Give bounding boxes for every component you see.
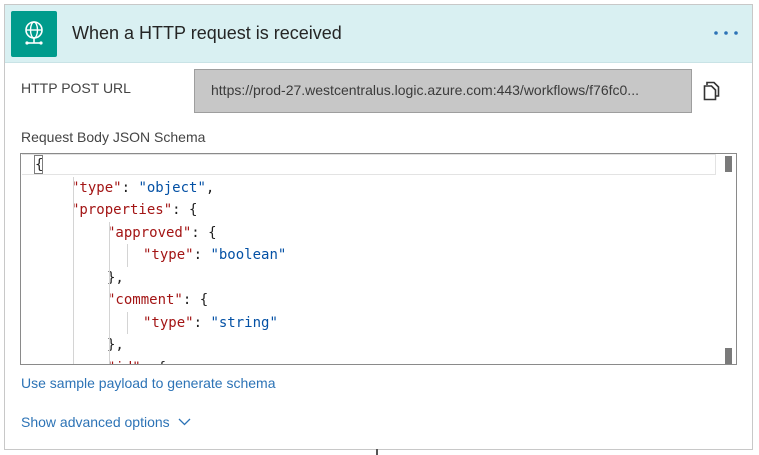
indent-guide (109, 221, 110, 364)
code-line: "type": "object", (71, 177, 214, 200)
code-token: "boolean" (210, 247, 287, 263)
code-token: "id" (107, 360, 141, 365)
code-token: "properties" (71, 202, 173, 218)
code-token: "string" (210, 314, 278, 331)
code-line: "properties": { (71, 199, 197, 222)
scrollbar-bottom-thumb[interactable] (725, 348, 732, 364)
code-token: "comment" (107, 292, 183, 308)
use-sample-payload-link[interactable]: Use sample payload to generate schema (21, 375, 275, 391)
indent-guide (127, 244, 128, 267)
code-line: "approved": { (107, 222, 217, 245)
code-token: "approved" (107, 224, 192, 241)
code-token: "type" (143, 247, 194, 263)
code-token: { (35, 157, 44, 173)
copy-url-button[interactable] (699, 77, 725, 105)
indent-guide (127, 311, 128, 334)
http-post-url-label: HTTP POST URL (21, 80, 131, 96)
current-line-highlight (22, 154, 716, 175)
code-token: : (193, 247, 211, 263)
code-line: { (35, 154, 43, 177)
code-token: : { (172, 202, 198, 218)
code-area[interactable]: {"type": "object", "properties": {"approv… (21, 154, 717, 364)
http-trigger-card: When a HTTP request is received HTTP POS… (4, 4, 753, 450)
request-body-schema-label: Request Body JSON Schema (21, 129, 206, 145)
code-token: "type" (71, 179, 122, 196)
code-token: : { (191, 224, 217, 241)
code-line: "type": "boolean" (143, 244, 286, 267)
indent-guide (73, 176, 74, 364)
code-token: : { (182, 292, 209, 308)
card-header[interactable]: When a HTTP request is received (5, 5, 752, 63)
chevron-down-icon (178, 418, 191, 426)
scrollbar-top-thumb[interactable] (725, 156, 732, 172)
trigger-title: When a HTTP request is received (72, 23, 342, 43)
code-line: "comment": { (107, 289, 208, 312)
flow-connector-line (376, 449, 378, 455)
code-token: , (205, 179, 215, 196)
code-token: : (121, 179, 139, 196)
json-schema-editor[interactable]: {"type": "object", "properties": {"approv… (20, 153, 737, 365)
http-post-url-field[interactable]: https://prod-27.westcentralus.logic.azur… (194, 69, 692, 113)
code-line: "type": "string" (143, 312, 278, 335)
editor-scrollbar[interactable] (718, 154, 736, 364)
more-options-button[interactable] (712, 19, 740, 47)
show-advanced-options-label: Show advanced options (21, 414, 170, 430)
globe-network-icon (11, 11, 57, 57)
code-token: : (193, 314, 211, 331)
code-line: "id": { (107, 357, 166, 365)
show-advanced-options-link[interactable]: Show advanced options (21, 414, 191, 430)
ellipsis-icon (714, 31, 738, 35)
code-token: "object" (138, 179, 206, 196)
code-token: "type" (143, 314, 194, 331)
code-token: : { (141, 360, 166, 365)
copy-icon (703, 81, 720, 101)
